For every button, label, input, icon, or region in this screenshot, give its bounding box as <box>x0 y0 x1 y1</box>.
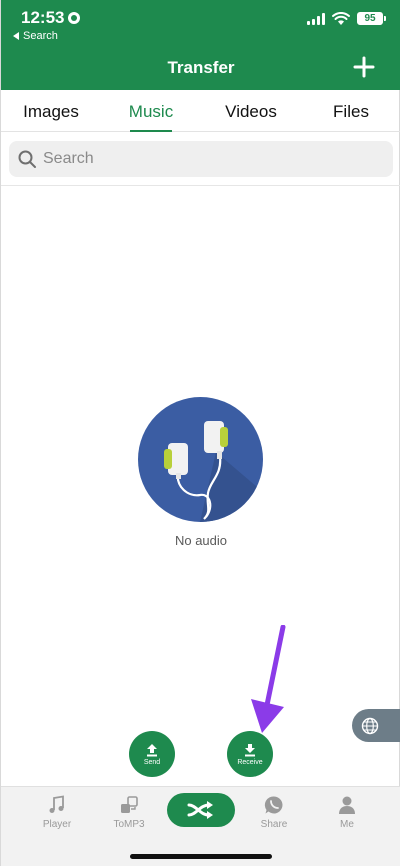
person-icon <box>339 796 355 814</box>
send-label: Send <box>143 758 161 766</box>
tab-files[interactable]: Files <box>301 90 400 131</box>
nav-me[interactable]: Me <box>312 795 382 830</box>
upload-icon <box>147 743 157 756</box>
search-placeholder: Search <box>43 150 94 167</box>
nav-share-label: Share <box>260 819 288 830</box>
status-time: 12:53 <box>21 8 81 28</box>
back-triangle-icon <box>13 32 19 40</box>
nav-transfer-button[interactable] <box>167 793 235 827</box>
home-indicator <box>130 854 272 859</box>
battery-icon: 95 <box>357 12 386 25</box>
nav-player-label: Player <box>42 819 72 830</box>
location-icon <box>68 12 81 24</box>
shuffle-transfer-icon <box>187 801 213 819</box>
send-button[interactable]: Send <box>129 731 175 777</box>
earphones-icon <box>138 397 263 522</box>
tab-music[interactable]: Music <box>101 90 201 131</box>
divider <box>1 185 400 186</box>
empty-state-text: No audio <box>174 533 228 548</box>
tab-videos[interactable]: Videos <box>201 90 301 131</box>
nav-me-label: Me <box>340 819 354 830</box>
nav-tomp3[interactable]: ToMP3 <box>94 795 164 830</box>
page-title: Transfer <box>167 58 235 77</box>
globe-icon <box>361 717 379 734</box>
back-to-search-link[interactable]: Search <box>13 30 58 42</box>
tab-images[interactable]: Images <box>1 90 101 131</box>
header: 12:53 Search 95 Transfer <box>1 0 400 90</box>
category-tabs: Images Music Videos Files <box>1 90 400 132</box>
nav-share[interactable]: Share <box>239 795 309 830</box>
status-icons: 95 <box>307 12 386 25</box>
download-icon <box>245 743 255 756</box>
search-input[interactable]: Search <box>9 141 393 177</box>
status-time-text: 12:53 <box>21 8 65 27</box>
app-screen: 12:53 Search 95 Transfer Images Music Vi… <box>0 0 400 866</box>
nav-tomp3-label: ToMP3 <box>113 819 145 830</box>
receive-label: Receive <box>237 758 263 766</box>
back-link-label: Search <box>23 30 58 42</box>
annotation-arrow-icon <box>251 625 286 733</box>
wifi-icon <box>332 12 350 25</box>
music-note-icon <box>49 795 64 813</box>
receive-button[interactable]: Receive <box>227 731 273 777</box>
signal-icon <box>307 12 325 25</box>
language-button[interactable] <box>352 709 400 742</box>
plus-icon[interactable] <box>351 54 377 80</box>
nav-player[interactable]: Player <box>22 795 92 830</box>
battery-level: 95 <box>364 13 376 24</box>
whatsapp-icon <box>264 796 283 814</box>
convert-icon <box>121 796 138 813</box>
search-icon <box>18 150 36 168</box>
